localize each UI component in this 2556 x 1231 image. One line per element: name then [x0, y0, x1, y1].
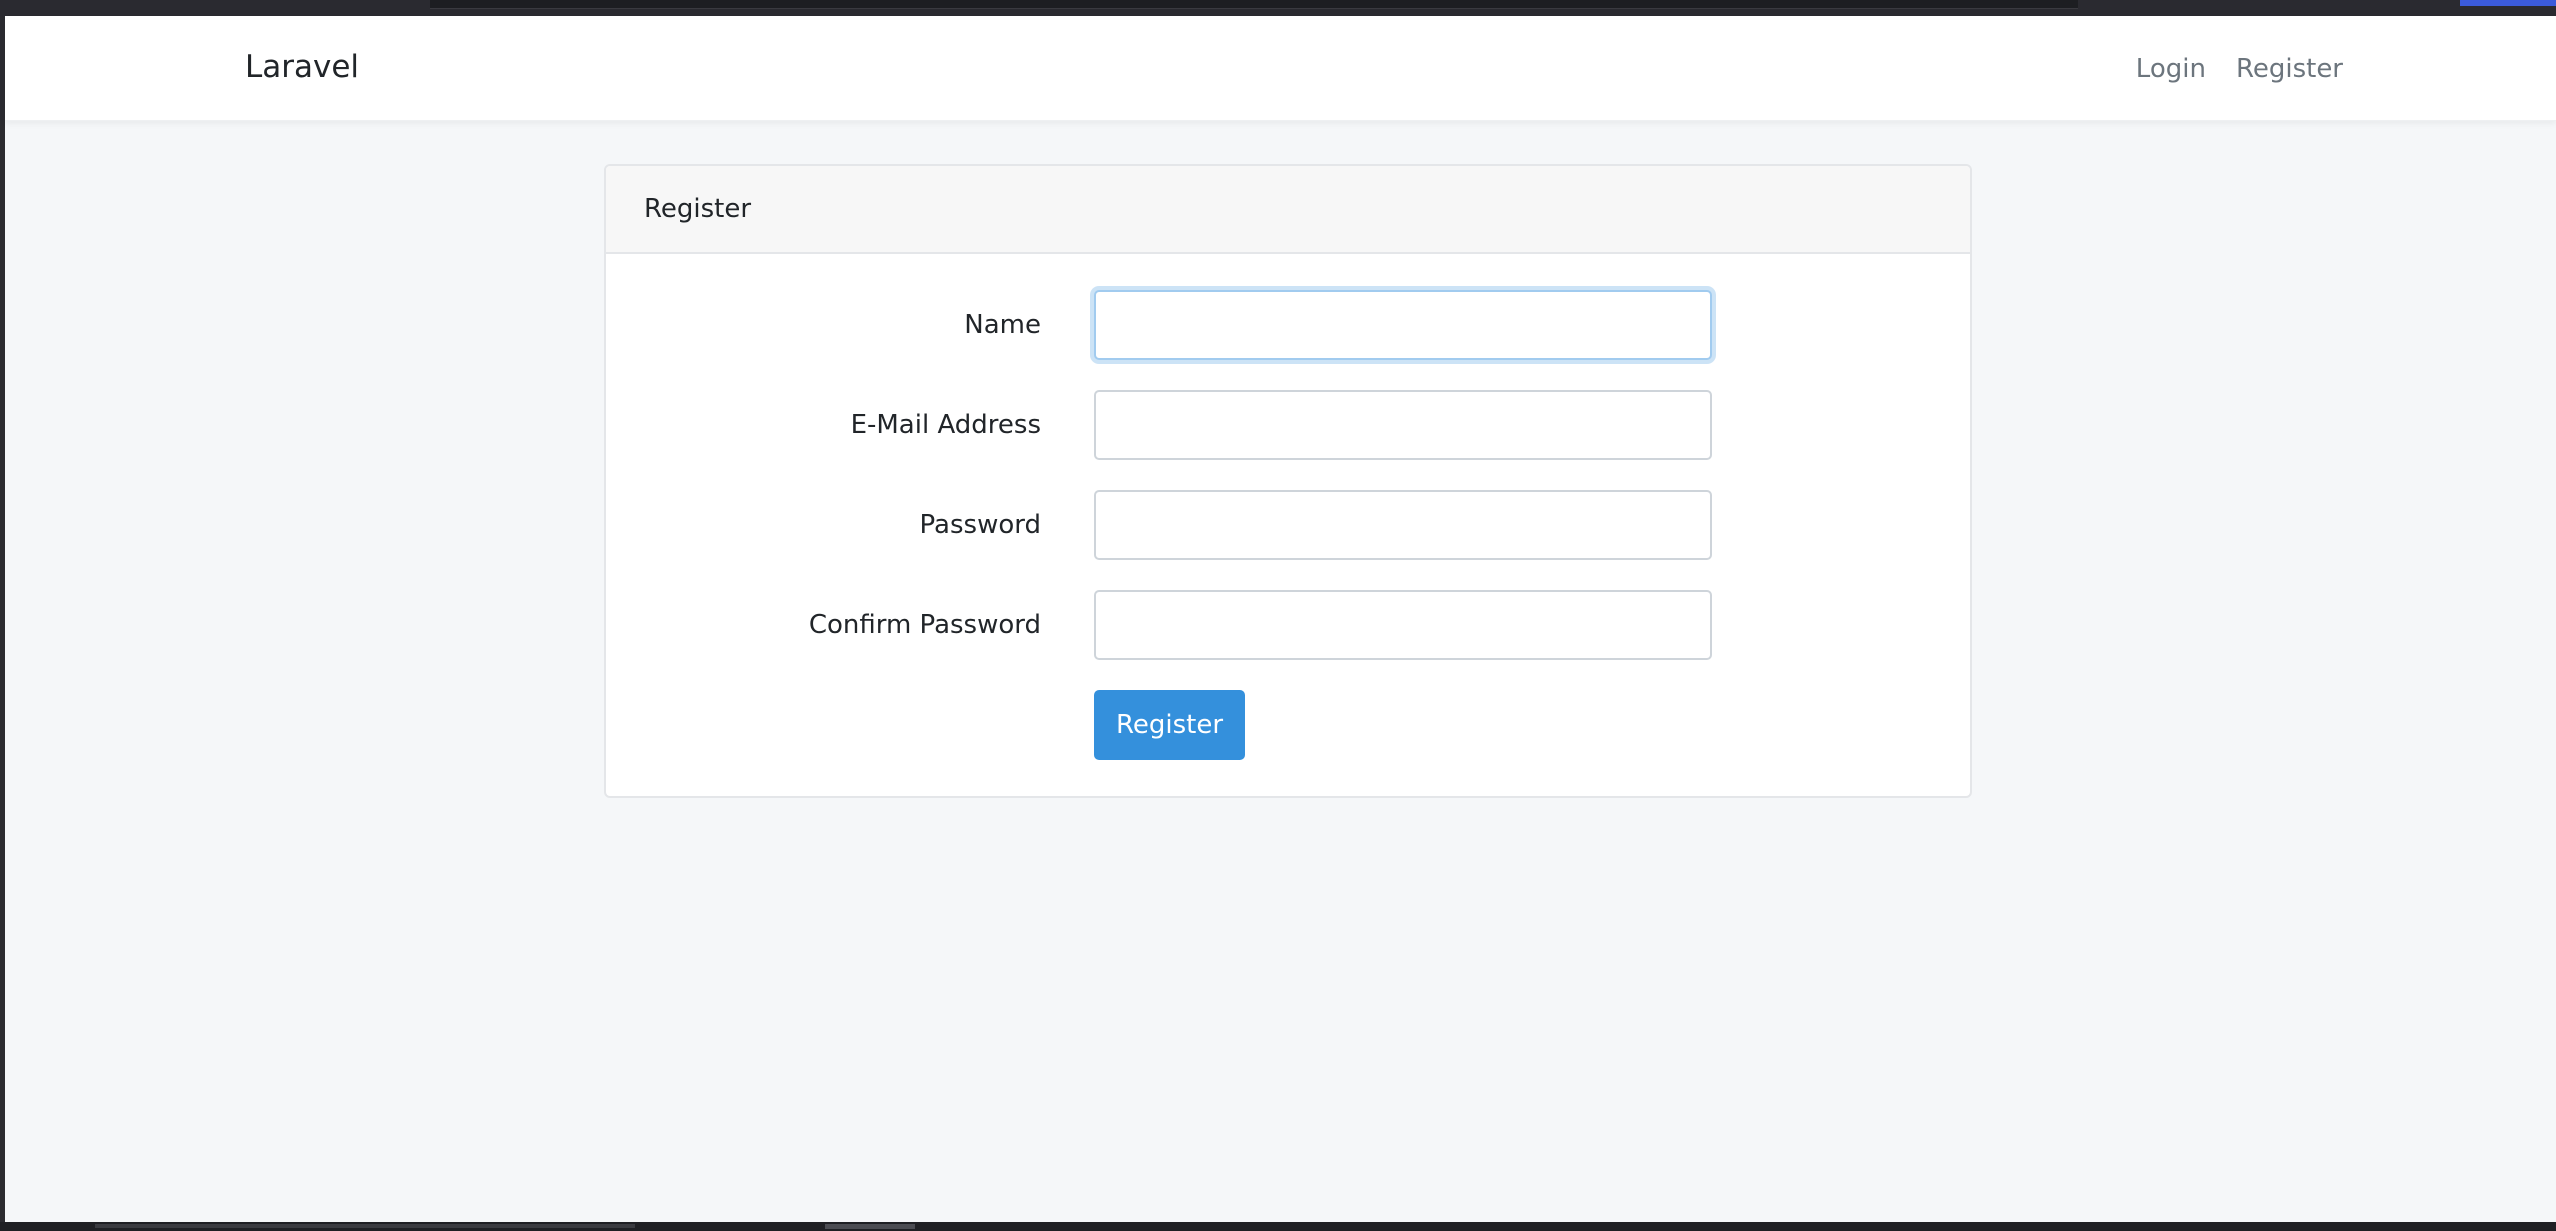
email-input[interactable]	[1094, 390, 1712, 460]
nav-register-link[interactable]: Register	[2236, 54, 2343, 84]
browser-top-strip	[0, 0, 2556, 16]
confirm-password-row: Confirm Password	[606, 590, 1970, 660]
confirm-password-input[interactable]	[1094, 590, 1712, 660]
register-card: Register Name E-Mail Address Password Co…	[604, 164, 1972, 798]
browser-tab-bar	[430, 0, 2078, 9]
nav-login-link[interactable]: Login	[2136, 54, 2206, 84]
email-label: E-Mail Address	[850, 410, 1041, 440]
confirm-password-label: Confirm Password	[808, 610, 1041, 640]
browser-accent	[2460, 0, 2556, 6]
brand-link[interactable]: Laravel	[245, 49, 359, 85]
name-input[interactable]	[1094, 290, 1712, 360]
navbar: Laravel Login Register	[5, 16, 2556, 121]
password-input[interactable]	[1094, 490, 1712, 560]
page: Laravel Login Register Register Name E-M…	[5, 16, 2556, 1222]
taskbar-segment	[95, 1224, 635, 1228]
register-submit-button[interactable]: Register	[1094, 690, 1245, 760]
password-label: Password	[919, 510, 1041, 540]
nav-links: Login Register	[2136, 54, 2343, 84]
taskbar-strip	[0, 1222, 2556, 1231]
taskbar-segment-active	[825, 1224, 915, 1229]
email-row: E-Mail Address	[606, 390, 1970, 460]
password-row: Password	[606, 490, 1970, 560]
name-label: Name	[964, 310, 1041, 340]
name-row: Name	[606, 290, 1970, 360]
card-header: Register	[606, 166, 1970, 254]
